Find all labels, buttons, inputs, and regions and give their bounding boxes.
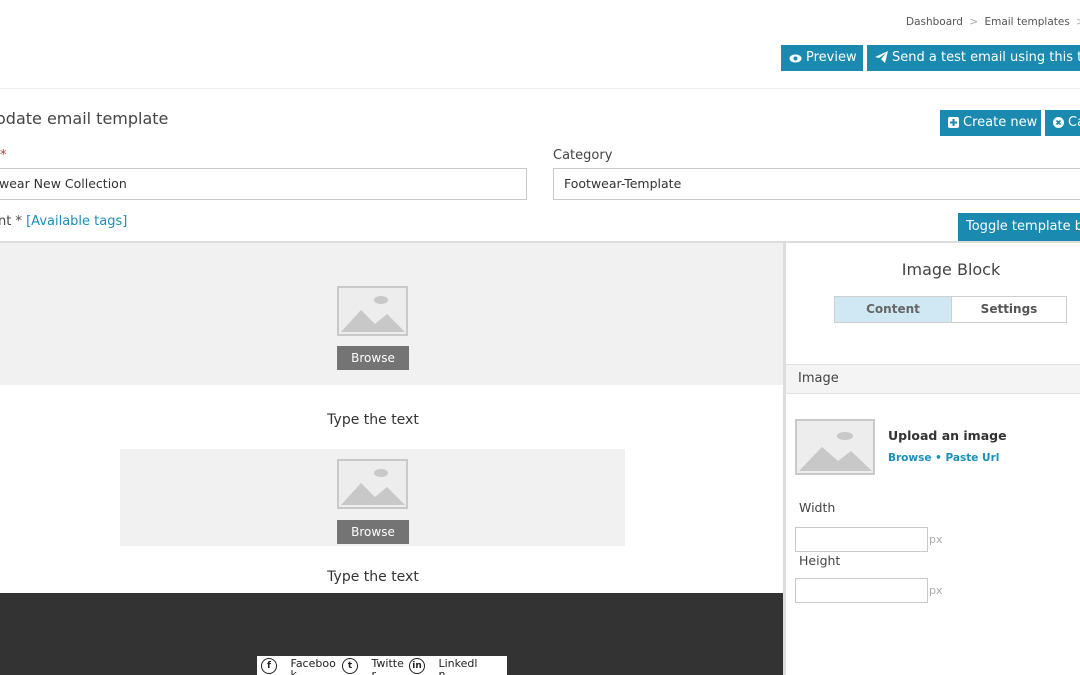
upload-image-title: Upload an image [888, 428, 1007, 443]
twitter-label: Twitte [371, 657, 404, 670]
page-title: odate email template [0, 109, 169, 128]
email-canvas: Browse Type the text Browse Type the tex… [0, 243, 783, 675]
image-block-2[interactable]: Browse [120, 449, 625, 546]
breadcrumb-separator: > [969, 16, 979, 28]
twitter-label-wrap: r [371, 668, 377, 675]
tab-content[interactable]: Content [835, 297, 952, 322]
category-label: Category [553, 148, 613, 163]
send-test-email-button[interactable]: Send a test email using this temp [867, 45, 1080, 71]
eye-icon [789, 54, 802, 63]
category-input[interactable]: Footwear-Template [553, 168, 1080, 200]
breadcrumb-dashboard[interactable]: Dashboard [906, 16, 963, 28]
content-label: nt * [Available tags] [0, 214, 127, 229]
image-placeholder-icon [799, 432, 872, 471]
paper-plane-icon [875, 51, 888, 63]
twitter-link[interactable]: t Twitte r [342, 658, 404, 675]
toggle-template-builder-label: Toggle template bu [966, 219, 1080, 234]
times-circle-icon [1053, 117, 1064, 128]
tab-settings[interactable]: Settings [952, 297, 1066, 322]
header-divider [0, 88, 1080, 89]
browse-button-1[interactable]: Browse [337, 346, 409, 370]
facebook-link[interactable]: f Faceboo k [261, 658, 336, 675]
browse-button-2[interactable]: Browse [337, 520, 409, 544]
paste-url-link[interactable]: Paste Url [946, 452, 1000, 464]
image-section-title: Image [798, 371, 839, 386]
height-unit: px [929, 584, 943, 597]
upload-links: Browse • Paste Url [888, 452, 999, 464]
preview-button[interactable]: Preview [781, 45, 863, 71]
name-label: * [0, 148, 7, 163]
upload-image-thumbnail[interactable] [795, 419, 875, 475]
width-unit: px [929, 533, 943, 546]
breadcrumb: Dashboard > Email templates > U [906, 16, 1080, 28]
facebook-label: Faceboo [290, 657, 336, 670]
height-label: Height [799, 553, 841, 568]
panel-tabs: Content Settings [834, 296, 1067, 323]
linkedin-label-wrap: n [438, 668, 446, 675]
content-label-text: nt * [0, 214, 22, 229]
cancel-button[interactable]: Ca [1045, 110, 1080, 136]
breadcrumb-email-templates[interactable]: Email templates [984, 16, 1069, 28]
cancel-label: Ca [1068, 115, 1080, 130]
create-new-button[interactable]: Create new [940, 110, 1041, 136]
plus-square-icon [948, 117, 959, 128]
twitter-icon: t [342, 658, 358, 674]
link-separator: • [935, 452, 942, 464]
height-input[interactable] [795, 578, 928, 603]
linkedin-icon: in [409, 658, 425, 674]
breadcrumb-separator: > [1076, 16, 1080, 28]
width-input[interactable] [795, 527, 928, 552]
text-block-2[interactable]: Type the text [0, 569, 746, 585]
email-footer: f Faceboo k t Twitte r in Linkedl n [0, 593, 783, 675]
toggle-template-builder-button[interactable]: Toggle template bu [958, 213, 1080, 241]
available-tags-link[interactable]: [Available tags] [26, 214, 127, 229]
image-placeholder-icon [341, 296, 405, 332]
properties-panel: Image Block Content Settings Image Uploa… [786, 243, 1080, 675]
image-placeholder-2 [337, 459, 408, 509]
preview-label: Preview [806, 50, 857, 65]
width-label: Width [799, 500, 836, 515]
image-placeholder-icon [341, 469, 405, 505]
facebook-label-wrap: k [290, 668, 297, 675]
text-block-1[interactable]: Type the text [0, 412, 746, 428]
panel-title: Image Block [901, 260, 1001, 279]
browse-link[interactable]: Browse [888, 452, 931, 464]
name-input[interactable]: wear New Collection [0, 168, 527, 200]
image-section-header: Image [786, 364, 1080, 394]
linkedin-link[interactable]: in Linkedl n [409, 658, 477, 675]
send-test-email-label: Send a test email using this temp [892, 50, 1080, 65]
image-block-1[interactable]: Browse [0, 243, 783, 385]
image-placeholder-1 [337, 286, 408, 336]
facebook-icon: f [261, 658, 277, 674]
create-new-label: Create new [963, 115, 1038, 130]
